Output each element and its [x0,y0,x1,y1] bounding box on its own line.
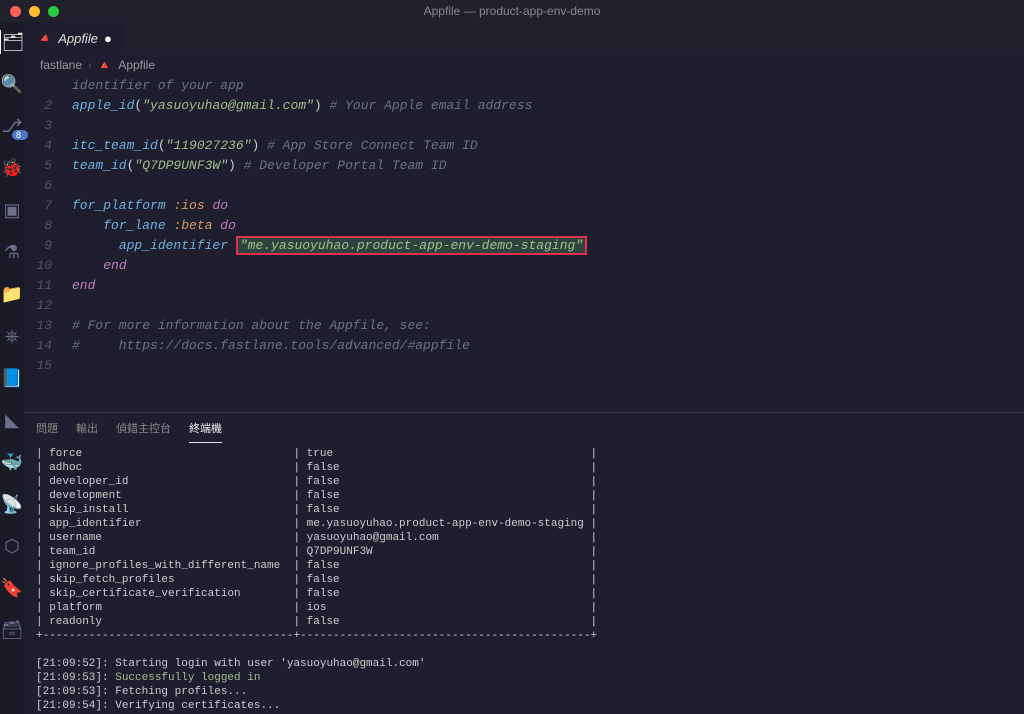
panel-tab-problems[interactable]: 問題 [36,414,58,442]
code-line[interactable]: 5team_id("Q7DP9UNF3W") # Developer Porta… [24,156,1024,176]
code-line[interactable]: 3 [24,116,1024,136]
terminal-line: [21:09:52]: Starting login with user 'ya… [36,657,1024,671]
breadcrumb-segment[interactable]: Appfile [118,58,155,72]
breadcrumb[interactable]: fastlane › 🔺 Appfile [24,54,1024,76]
terminal-line: [21:09:54]: Verifying certificates... [36,699,1024,713]
window-controls [0,6,59,17]
panel: 問題 輸出 偵錯主控台 終端機 1: ruby ⌄ + ◫ 🗑 ⌃ × | fo… [24,412,1024,714]
line-number: 6 [24,176,64,196]
terminal-line: [21:09:53]: Fetching profiles... [36,685,1024,699]
code-line[interactable]: 15 [24,356,1024,376]
zoom-window-button[interactable] [48,6,59,17]
line-number: 8 [24,216,64,236]
azure-icon[interactable]: ◣ [0,408,24,432]
line-number: 10 [24,256,64,276]
tab-appfile[interactable]: 🔺 Appfile ● [24,22,124,54]
code-line[interactable]: 7for_platform :ios do [24,196,1024,216]
editor-area: 🔺 Appfile ● ⇄ ◫ ⋯ fastlane › 🔺 Appfile i… [24,22,1024,714]
panel-tabs: 問題 輸出 偵錯主控台 終端機 1: ruby ⌄ + ◫ 🗑 ⌃ × [24,413,1024,443]
code-content: # For more information about the Appfile… [64,316,431,336]
code-content: # https://docs.fastlane.tools/advanced/#… [64,336,470,356]
debug-icon[interactable]: 🐞 [0,156,24,180]
book-icon[interactable]: 📘 [0,366,24,390]
code-content: itc_team_id("119027236") # App Store Con… [64,136,478,156]
line-number: 3 [24,116,64,136]
code-content: for_lane :beta do [64,216,236,236]
code-content: for_platform :ios do [64,196,228,216]
panel-tab-debug[interactable]: 偵錯主控台 [116,414,171,442]
db-icon[interactable]: 🗃 [0,618,24,642]
titlebar: Appfile — product-app-env-demo [0,0,1024,22]
folder-icon[interactable]: 📁 [0,282,24,306]
code-content: app_identifier "me.yasuoyuhao.product-ap… [64,236,587,256]
line-number: 5 [24,156,64,176]
search-icon[interactable]: 🔍 [0,72,24,96]
line-number: 12 [24,296,64,316]
terminal-output[interactable]: | force | true | | adhoc | false | | dev… [24,443,1024,714]
code-content: team_id("Q7DP9UNF3W") # Developer Portal… [64,156,447,176]
code-line[interactable]: 10 end [24,256,1024,276]
line-number: 7 [24,196,64,216]
close-window-button[interactable] [10,6,21,17]
code-content [64,116,72,136]
line-number: 13 [24,316,64,336]
code-content [64,176,72,196]
chevron-right-icon: › [88,60,91,71]
test-icon[interactable]: ⚗ [0,240,24,264]
line-number: 4 [24,136,64,156]
line-number: 11 [24,276,64,296]
code-line[interactable]: 4itc_team_id("119027236") # App Store Co… [24,136,1024,156]
dirty-dot-icon: ● [104,31,112,46]
tab-label: Appfile [58,31,98,46]
code-content: end [64,276,95,296]
code-line[interactable]: 8 for_lane :beta do [24,216,1024,236]
editor-tabs: 🔺 Appfile ● ⇄ ◫ ⋯ [24,22,1024,54]
code-line[interactable]: identifier of your app [24,76,1024,96]
code-line[interactable]: 12 [24,296,1024,316]
code-content [64,356,72,376]
extensions-icon[interactable]: ▣ [0,198,24,222]
code-line[interactable]: 13# For more information about the Appfi… [24,316,1024,336]
panel-tab-terminal[interactable]: 終端機 [189,414,222,443]
code-content: end [64,256,127,276]
line-number: 15 [24,356,64,376]
code-line[interactable]: 2apple_id("yasuoyuhao@gmail.com") # Your… [24,96,1024,116]
remote-icon[interactable]: 📡 [0,492,24,516]
code-editor[interactable]: identifier of your app2apple_id("yasuoyu… [24,76,1024,412]
activity-bar: 🗂 🔍 ⎇ 🐞 ▣ ⚗ 📁 ⎈ 📘 ◣ 🐳 📡 ⬡ 🔖 🗃 [0,22,24,714]
bookmark-icon[interactable]: 🔖 [0,576,24,600]
code-line[interactable]: 14# https://docs.fastlane.tools/advanced… [24,336,1024,356]
whale-icon[interactable]: 🐳 [0,450,24,474]
code-line[interactable]: 6 [24,176,1024,196]
window-title: Appfile — product-app-env-demo [424,4,601,18]
panel-tab-output[interactable]: 輸出 [76,414,98,442]
code-line[interactable]: 11end [24,276,1024,296]
code-content: apple_id("yasuoyuhao@gmail.com") # Your … [64,96,532,116]
line-number: 14 [24,336,64,356]
line-number [24,76,64,96]
line-number: 2 [24,96,64,116]
docker-icon[interactable]: ⎈ [0,324,24,348]
code-content [64,296,72,316]
fastlane-icon: 🔺 [36,30,52,46]
fastlane-icon: 🔺 [97,58,112,72]
code-content: identifier of your app [64,76,244,96]
terminal-line: [21:09:53]: Successfully logged in [36,671,1024,685]
git-icon[interactable]: ⬡ [0,534,24,558]
minimize-window-button[interactable] [29,6,40,17]
breadcrumb-segment[interactable]: fastlane [40,58,82,72]
line-number: 9 [24,236,64,256]
explorer-icon[interactable]: 🗂 [0,30,23,54]
code-line[interactable]: 9 app_identifier "me.yasuoyuhao.product-… [24,236,1024,256]
scm-icon[interactable]: ⎇ [0,114,24,138]
